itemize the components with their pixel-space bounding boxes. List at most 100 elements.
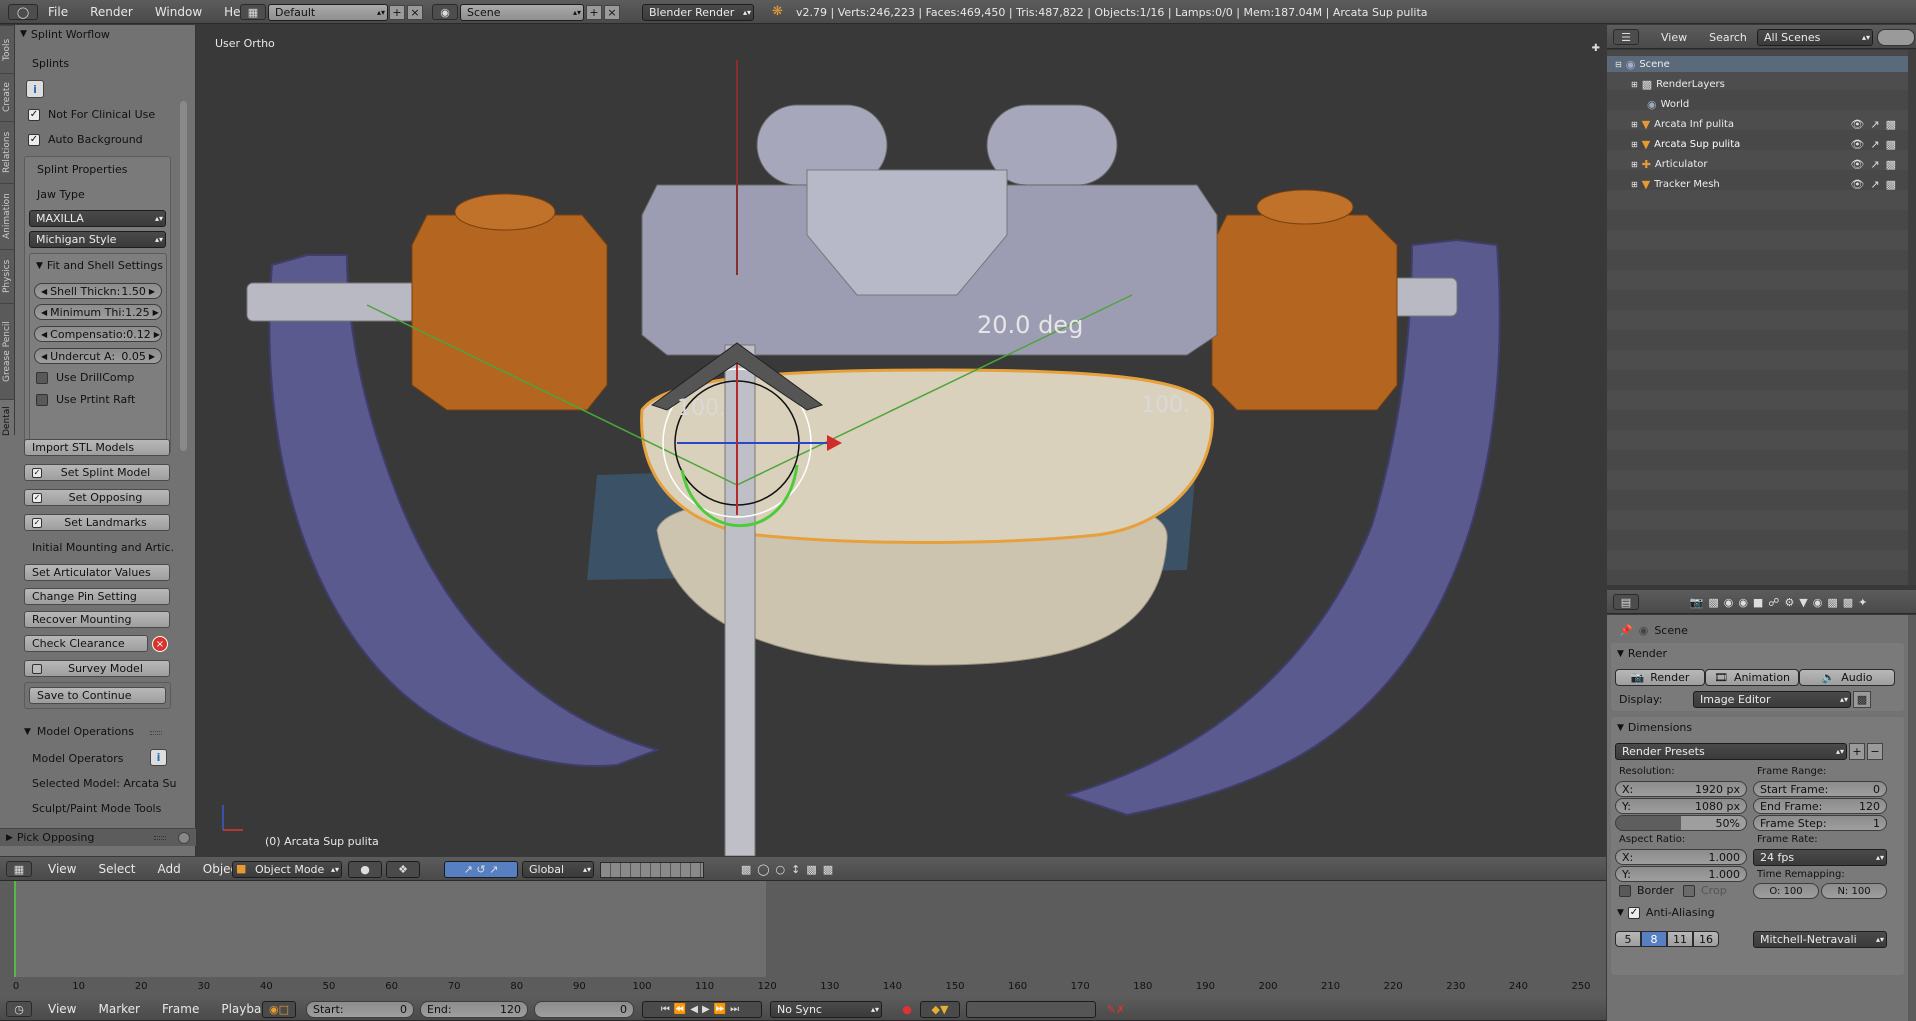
tab-tools[interactable]: Tools [0,25,14,73]
outliner-editor-icon[interactable]: ☰ [1613,29,1639,45]
aspect-y-field[interactable]: Y: 1.000 [1615,866,1747,882]
render-section-header[interactable]: ▼ Render [1617,647,1667,660]
resolution-percent-slider[interactable]: 50% [1615,815,1747,831]
undercut-angle-field[interactable]: ◀ Undercut A: 0.05 ▶ [34,348,162,364]
menu-render[interactable]: Render [90,5,133,19]
set-splint-model-button[interactable]: ✓ Set Splint Model [24,464,170,481]
model-operations-header[interactable]: ▼ Model Operations [24,725,134,738]
pivot-icon[interactable]: ❖ [386,861,420,878]
outliner-item-tracker-mesh[interactable]: ⊞ ▼ Tracker Mesh 👁↗▩ [1607,176,1908,192]
blender-logo-icon[interactable]: ◯ [8,4,38,20]
outliner-item-renderlayers[interactable]: ⊞ ▩ RenderLayers [1607,76,1908,92]
pick-opposing-header[interactable]: ▶ Pick Opposing [6,831,94,844]
orientation-select[interactable]: Global [522,861,594,878]
keying-set-icons[interactable]: ◆▼ [920,1001,960,1018]
crop-checkbox[interactable]: Crop [1683,884,1727,897]
outliner-item-arcata-inf[interactable]: ⊞ ▼ Arcata Inf pulita 👁↗▩ [1607,116,1908,132]
use-raft-checkbox[interactable]: Use Prtint Raft [36,393,135,406]
aa-sample-5[interactable]: 5 [1615,931,1641,947]
menu-add[interactable]: Add [158,862,181,876]
remove-preset-icon[interactable]: − [1867,743,1883,760]
mode-select[interactable]: Object Mode [232,861,342,878]
menu-select[interactable]: Select [98,862,135,876]
shelf-scrollbar[interactable] [180,101,187,451]
dimensions-header[interactable]: ▼ Dimensions [1617,721,1692,734]
check-clearance-button[interactable]: Check Clearance [24,635,148,652]
not-clinical-checkbox[interactable]: ✓ Not For Clinical Use [28,108,155,121]
tab-create[interactable]: Create [0,73,14,121]
import-stl-button[interactable]: Import STL Models [24,439,170,456]
menu-marker[interactable]: Marker [98,1002,139,1016]
current-frame-line[interactable] [14,881,16,977]
menu-view[interactable]: View [1661,31,1687,44]
set-articulator-button[interactable]: Set Articulator Values [24,564,170,581]
use-drillcomp-checkbox[interactable]: Use DrillComp [36,371,134,384]
resolution-y-field[interactable]: Y: 1080 px [1615,798,1747,814]
splint-style-select[interactable]: Michigan Style [29,231,166,248]
render-presets-select[interactable]: Render Presets [1615,743,1847,760]
remove-scene-icon[interactable]: × [604,5,620,20]
timeline[interactable]: 0 10 20 30 40 50 60 70 80 90 100 110 120 130 140 150 160… [0,881,1606,998]
anti-aliasing-header[interactable]: ▼ ✓ Anti-Aliasing [1617,906,1715,919]
layer-buttons[interactable] [600,862,704,878]
aspect-x-field[interactable]: X: 1.000 [1615,849,1747,865]
survey-model-button[interactable]: Survey Model [24,660,170,677]
pin-icon[interactable]: 📌 [1619,624,1633,637]
playback-controls[interactable]: ⏮⏪◀▶⏩⏭ [642,1001,762,1018]
frame-rate-select[interactable]: 24 fps [1753,849,1887,866]
manipulator-icons[interactable]: ↗ ↺ ↗ [444,861,518,878]
info-icon[interactable]: i [26,80,44,98]
render-button[interactable]: 📷 Render [1615,669,1705,686]
outliner-item-arcata-sup[interactable]: ⊞ ▼ Arcata Sup pulita 👁↗▩ [1607,136,1908,152]
minimum-thickness-field[interactable]: ◀ Minimum Thi: 1.25 ▶ [34,304,162,320]
auto-bg-checkbox[interactable]: ✓ Auto Background [28,133,143,146]
resolution-x-field[interactable]: X: 1920 px [1615,781,1747,797]
aa-sample-11[interactable]: 11 [1667,931,1693,947]
viewport-plus-icon[interactable]: ✚ [1592,43,1600,54]
outliner-item-scene[interactable]: ⊟ ◉ Scene [1607,56,1908,72]
aa-sample-16[interactable]: 16 [1693,931,1719,947]
cancel-icon[interactable]: × [152,636,168,652]
render-engine-select[interactable]: Blender Render [642,4,754,21]
fit-shell-header[interactable]: ▼ Fit and Shell Settings [36,259,163,272]
shading-icon[interactable]: ● [348,861,382,878]
sync-select[interactable]: No Sync [770,1001,882,1018]
animation-button[interactable]: 🎞 Animation [1705,669,1799,686]
frame-step-field[interactable]: Frame Step: 1 [1753,815,1887,831]
audio-button[interactable]: 🔈 Audio [1799,669,1895,686]
layout-grid-icon[interactable]: ▦ [240,4,266,20]
key-insert-icons[interactable]: ✎✗ [1098,1001,1134,1018]
recover-mounting-button[interactable]: Recover Mounting [24,611,170,628]
splint-workflow-header[interactable]: ▼ Splint Worflow [20,26,110,42]
menu-view[interactable]: View [48,862,76,876]
visibility-icons[interactable]: 👁↗▩ [1850,138,1902,151]
menu-window[interactable]: Window [155,5,202,19]
properties-editor-icon[interactable]: ▤ [1613,594,1639,610]
timeline-editor-icon[interactable]: ◷ [6,1001,32,1017]
autokey-icon[interactable]: ◉□ [262,1001,296,1018]
scene-select[interactable]: Scene [460,4,584,21]
menu-search[interactable]: Search [1709,31,1747,44]
tab-physics[interactable]: Physics [0,249,14,303]
remove-layout-icon[interactable]: × [407,5,423,20]
border-checkbox[interactable]: Border [1619,884,1674,897]
change-pin-button[interactable]: Change Pin Setting [24,588,170,605]
start-frame-field[interactable]: Start: 0 [306,1001,414,1018]
outliner-item-articulator[interactable]: ⊞ ✚ Articulator 👁↗▩ [1607,156,1908,172]
keying-set-field[interactable] [966,1001,1096,1018]
screen-layout-select[interactable]: Default [268,4,388,21]
tab-grease-pencil[interactable]: Grease Pencil [0,303,14,399]
set-opposing-button[interactable]: ✓ Set Opposing [24,489,170,506]
menu-view[interactable]: View [48,1002,76,1016]
tab-dental[interactable]: Dental [0,399,14,443]
record-icon[interactable]: ● [898,1001,916,1018]
add-preset-icon[interactable]: + [1849,743,1865,760]
shell-thickness-field[interactable]: ◀ Shell Thickn: 1.50 ▶ [34,283,162,299]
add-layout-icon[interactable]: + [389,5,405,20]
remap-old-field[interactable]: O: 100 [1753,883,1819,899]
visibility-icons[interactable]: 👁↗▩ [1850,118,1902,131]
display-select[interactable]: Image Editor [1693,691,1851,708]
tab-animation[interactable]: Animation [0,183,14,249]
initial-mounting-label[interactable]: Initial Mounting and Artic... [32,539,174,556]
start-frame-field[interactable]: Start Frame: 0 [1753,781,1887,797]
